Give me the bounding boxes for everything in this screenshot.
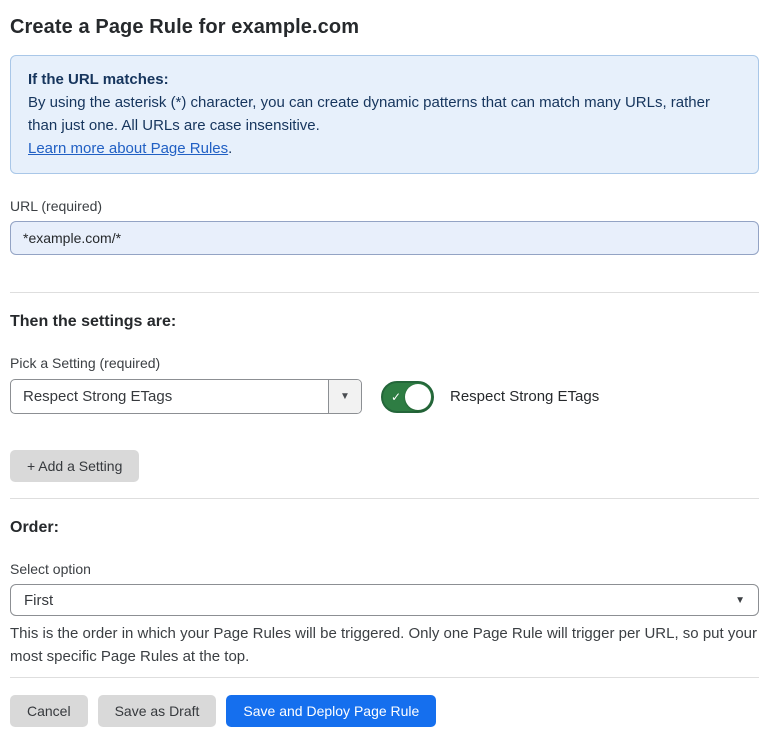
order-select-value: First xyxy=(24,592,53,609)
setting-toggle[interactable]: ✓ xyxy=(381,381,434,413)
section-divider-url xyxy=(10,292,759,293)
order-select[interactable]: First ▼ xyxy=(10,584,759,616)
create-page-rule-panel: Create a Page Rule for example.com If th… xyxy=(0,0,769,747)
url-match-info-box: If the URL matches: By using the asteris… xyxy=(10,55,759,174)
url-input[interactable] xyxy=(10,221,759,255)
setting-select-value: Respect Strong ETags xyxy=(11,380,328,413)
learn-more-link[interactable]: Learn more about Page Rules xyxy=(28,140,228,157)
page-title: Create a Page Rule for example.com xyxy=(10,16,759,39)
info-box-heading: If the URL matches: xyxy=(28,68,741,91)
order-section-heading: Order: xyxy=(10,519,759,537)
footer-actions: Cancel Save as Draft Save and Deploy Pag… xyxy=(10,695,759,727)
cancel-button[interactable]: Cancel xyxy=(10,695,88,727)
footer-divider xyxy=(10,677,759,678)
add-setting-button[interactable]: + Add a Setting xyxy=(10,450,139,482)
order-help-text: This is the order in which your Page Rul… xyxy=(10,622,759,668)
save-draft-button[interactable]: Save as Draft xyxy=(98,695,217,727)
settings-section-heading: Then the settings are: xyxy=(10,313,759,331)
url-field-label: URL (required) xyxy=(10,198,759,214)
save-deploy-button[interactable]: Save and Deploy Page Rule xyxy=(226,695,436,727)
section-divider-settings xyxy=(10,498,759,499)
info-box-link-row: Learn more about Page Rules. xyxy=(28,137,741,160)
setting-toggle-wrap: ✓ Respect Strong ETags xyxy=(381,381,599,413)
chevron-down-icon[interactable]: ▼ xyxy=(328,380,361,413)
order-select-label: Select option xyxy=(10,561,759,577)
setting-select[interactable]: Respect Strong ETags ▼ xyxy=(10,379,362,414)
pick-setting-label: Pick a Setting (required) xyxy=(10,355,759,371)
info-box-body: By using the asterisk (*) character, you… xyxy=(28,91,741,137)
link-suffix-text: . xyxy=(228,140,232,157)
check-icon: ✓ xyxy=(391,391,401,403)
chevron-down-icon: ▼ xyxy=(735,595,745,606)
setting-toggle-label: Respect Strong ETags xyxy=(450,388,599,405)
toggle-knob xyxy=(405,384,431,410)
setting-row: Respect Strong ETags ▼ ✓ Respect Strong … xyxy=(10,379,759,414)
